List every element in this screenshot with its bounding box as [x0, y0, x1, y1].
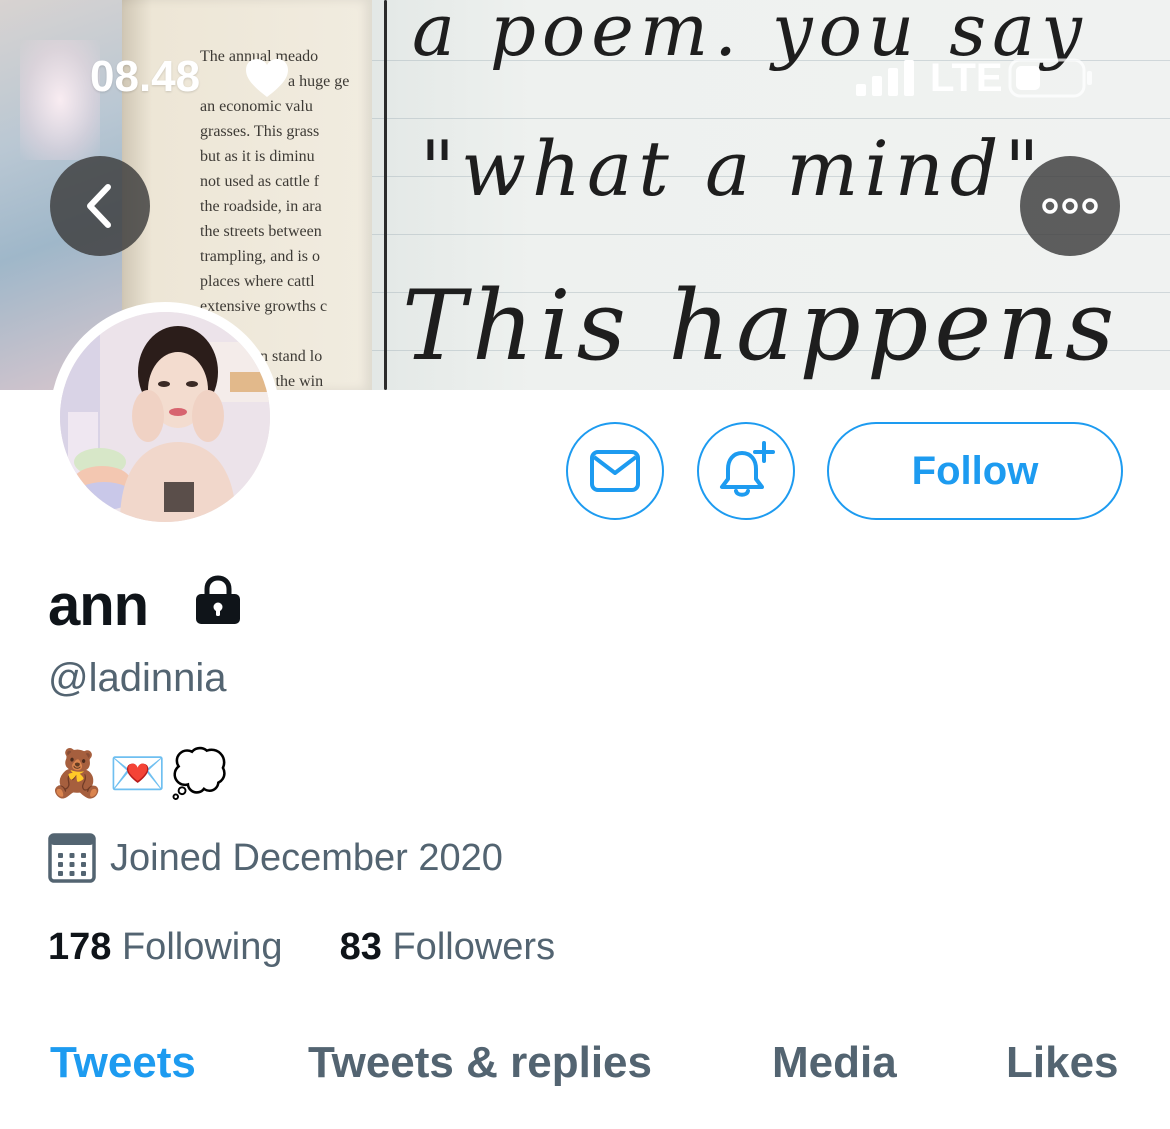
following-link[interactable]: 178 Following: [48, 926, 293, 968]
book-line: places where cattl: [200, 273, 315, 290]
profile-bio: 🧸💌💭: [48, 747, 232, 799]
lock-icon: [196, 575, 240, 624]
message-button[interactable]: [566, 422, 664, 520]
heart-icon: [246, 59, 288, 97]
followers-label: Followers: [392, 926, 556, 968]
display-name: ann: [48, 573, 149, 638]
more-options-button[interactable]: [1020, 156, 1120, 256]
join-date: Joined December 2020: [48, 832, 503, 884]
book-line: the roadside, in ara: [200, 198, 322, 215]
more-horizontal-icon: [1042, 198, 1098, 214]
signal-bars-icon: [856, 60, 914, 96]
avatar[interactable]: [50, 302, 280, 532]
following-count: 178: [48, 926, 112, 968]
tab-tweets-and-replies[interactable]: Tweets & replies: [308, 1038, 652, 1088]
join-date-text: Joined December 2020: [110, 836, 503, 879]
note-margin-line: [384, 0, 387, 390]
status-time: 08.48: [90, 52, 201, 101]
mail-icon: [590, 450, 640, 492]
network-type: LTE: [930, 56, 1003, 100]
following-label: Following: [121, 926, 283, 968]
tab-likes[interactable]: Likes: [1006, 1038, 1119, 1088]
avatar-photo: [60, 312, 270, 522]
follow-button[interactable]: Follow: [827, 422, 1123, 520]
user-handle: @ladinnia: [48, 656, 227, 700]
book-line: the streets between: [200, 223, 322, 240]
note-handwriting: "what a mind": [420, 124, 1046, 213]
tab-tweets[interactable]: Tweets: [50, 1038, 196, 1088]
book-line: but as it is diminu: [200, 148, 315, 165]
calendar-icon: [48, 833, 96, 883]
note-handwriting: This happens: [402, 270, 1121, 382]
book-line: grasses. This grass: [200, 123, 320, 140]
battery-icon: [1008, 58, 1092, 98]
book-line: trampling, and is o: [200, 248, 320, 265]
profile-stats: 178 Following 83 Followers: [48, 926, 555, 969]
followers-count: 83: [339, 926, 382, 968]
back-button[interactable]: [50, 156, 150, 256]
note-ruled-line: [372, 118, 1170, 119]
bell-plus-icon: [720, 441, 775, 497]
notifications-button[interactable]: [697, 422, 795, 520]
book-line: not used as cattle f: [200, 173, 320, 190]
tab-media[interactable]: Media: [772, 1038, 897, 1088]
chevron-left-icon: [87, 184, 111, 228]
book-line: extensive growths c: [200, 298, 328, 315]
followers-link[interactable]: 83 Followers: [340, 926, 555, 968]
